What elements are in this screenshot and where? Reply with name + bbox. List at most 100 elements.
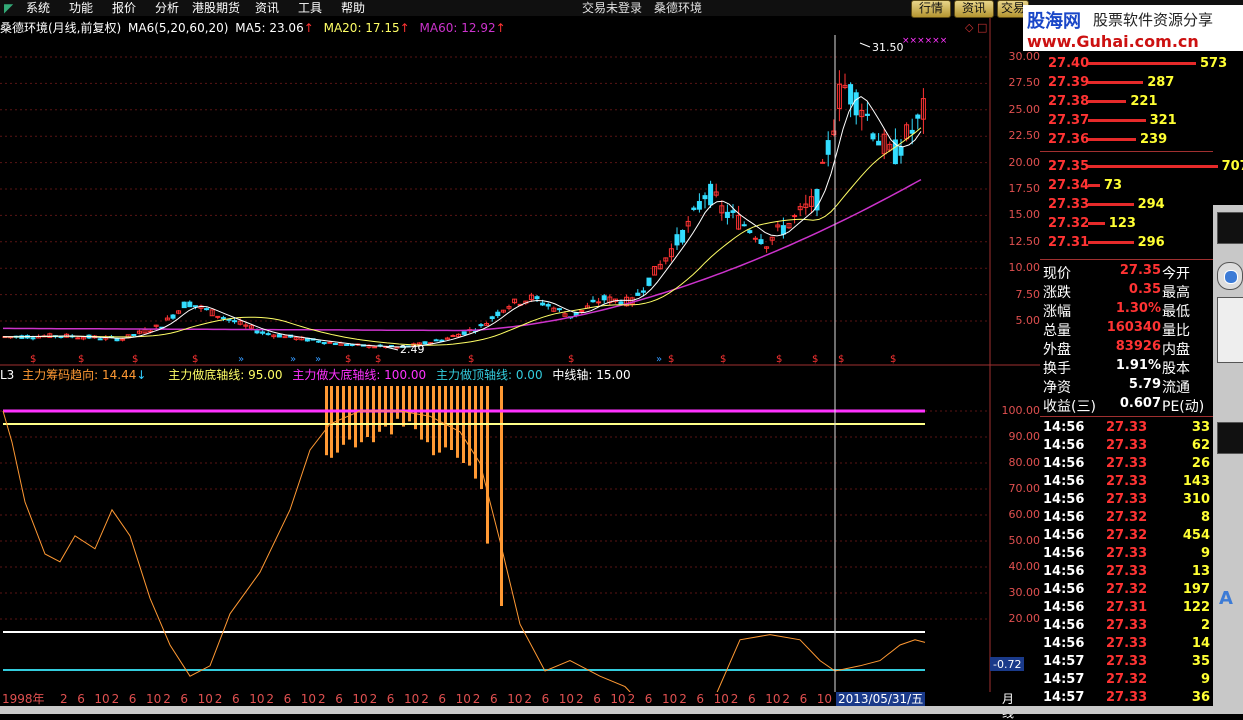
signal-marker: $ <box>30 354 36 365</box>
quote-row: 外盘 83926 内盘 <box>1040 338 1213 358</box>
tick-row: 14:56 27.33 62 <box>1040 437 1213 455</box>
x-tick-label: 2 <box>369 692 378 706</box>
media-panel-icon[interactable] <box>1217 297 1243 363</box>
indicator-bar <box>414 386 417 430</box>
price-tick-label: 17.50 <box>1008 182 1041 195</box>
quote-value: 5.79 <box>1128 377 1161 392</box>
candle-body <box>170 314 176 319</box>
indicator-bar <box>384 386 387 427</box>
tick-row: 14:56 27.33 33 <box>1040 419 1213 437</box>
x-tick-label: 6 <box>644 692 653 706</box>
quote-key-2: 今开 <box>1162 266 1190 282</box>
x-tick-label: 6 <box>128 692 137 706</box>
quote-row: 总量 160340 量比 <box>1040 319 1213 339</box>
eye-icon[interactable] <box>1217 262 1243 290</box>
tick-volume: 8 <box>1200 510 1210 525</box>
price-tick-label: 25.00 <box>1008 102 1041 116</box>
signal-marker: » <box>238 354 244 365</box>
logo-slogan: 股票软件资源分享 <box>1093 11 1214 29</box>
indicator-bar <box>342 386 345 445</box>
candle-body <box>601 295 607 301</box>
candle-body <box>853 92 859 116</box>
x-tick-label: 2 <box>163 692 171 706</box>
tick-time: 14:56 <box>1043 492 1085 507</box>
tick-time: 14:57 <box>1043 654 1085 669</box>
ask-row[interactable]: 27.39 287 <box>1040 73 1213 92</box>
profile-thumb-icon[interactable] <box>1217 422 1243 454</box>
bid-volume-bar <box>1088 222 1105 225</box>
x-tick-label: 2 <box>266 692 275 706</box>
ask-row[interactable]: 27.40 573 <box>1040 54 1227 73</box>
candle-body <box>635 292 641 296</box>
ask-price: 27.38 <box>1048 94 1090 109</box>
tick-price: 27.33 <box>1106 420 1148 435</box>
tick-time: 14:56 <box>1043 564 1085 579</box>
candle-body <box>691 207 697 210</box>
tick-volume: 454 <box>1182 528 1210 543</box>
ask-volume: 221 <box>1130 94 1158 109</box>
bid-row[interactable]: 27.34 73 <box>1040 176 1213 195</box>
indicator-bar <box>336 386 339 453</box>
signal-marker: $ <box>192 354 198 365</box>
font-size-icon[interactable]: A <box>1219 588 1233 609</box>
tick-row: 14:56 27.32 454 <box>1040 527 1213 545</box>
price-tick-label: 27.50 <box>1008 76 1041 90</box>
x-tick-label: 10 <box>404 692 420 706</box>
bid-row[interactable]: 27.32 123 <box>1040 214 1213 233</box>
tick-row: 14:56 27.33 2 <box>1040 617 1213 635</box>
quote-key-2: 内盘 <box>1162 342 1190 358</box>
candle-body <box>747 230 753 234</box>
indicator-bar <box>444 386 447 448</box>
candle-body <box>640 290 646 293</box>
tick-time: 14:56 <box>1043 582 1085 597</box>
x-tick-label: 10 <box>507 692 523 706</box>
candle-body <box>372 346 378 349</box>
bid-row[interactable]: 27.31 296 <box>1040 233 1213 252</box>
tick-price: 27.33 <box>1106 636 1148 651</box>
quote-key: 现价 <box>1043 266 1071 282</box>
candle-body <box>489 316 495 320</box>
indicator-bar <box>354 386 357 448</box>
indicator-bar <box>408 386 411 422</box>
indicator-tick-label: 20.00 <box>1008 612 1041 625</box>
candle-body <box>579 310 585 313</box>
x-tick-label: 2 <box>679 692 687 706</box>
quote-value: 83926 <box>1115 339 1161 354</box>
chart-canvas[interactable]: $ $ $ $ » » » $ $ $ $ » $ $ $ $ $ $ 31.50 ×××××× 2.49 -0.… <box>0 0 1040 706</box>
candle-body <box>97 338 103 341</box>
candle-body <box>590 299 596 303</box>
avatar-thumb-icon[interactable] <box>1217 212 1243 244</box>
x-tick-label: 2 <box>318 692 326 706</box>
tick-time: 14:56 <box>1043 438 1085 453</box>
candle-body <box>702 195 708 200</box>
signal-marker: $ <box>838 354 844 365</box>
ask-volume: 573 <box>1200 56 1228 71</box>
tick-time: 14:57 <box>1043 690 1085 705</box>
tick-time: 14:56 <box>1043 510 1085 525</box>
ask-row[interactable]: 27.38 221 <box>1040 92 1213 111</box>
candle-body <box>825 140 831 155</box>
bid-price: 27.33 <box>1048 197 1090 212</box>
x-tick-label: 10 <box>146 692 162 706</box>
candle-body <box>674 234 680 246</box>
tick-price: 27.33 <box>1106 690 1148 705</box>
candle-body <box>433 339 439 342</box>
bid-row[interactable]: 27.33 294 <box>1040 195 1213 214</box>
tick-row: 14:56 27.31 122 <box>1040 599 1213 617</box>
candle-body <box>220 317 226 320</box>
quote-value: 160340 <box>1106 320 1161 335</box>
tick-row: 14:56 27.33 26 <box>1040 455 1213 473</box>
candle-body <box>450 335 456 338</box>
tick-price: 27.33 <box>1106 654 1148 669</box>
ask-row[interactable]: 27.37 321 <box>1040 111 1213 130</box>
indicator-bar <box>468 386 471 466</box>
ask-row[interactable]: 27.36 239 <box>1040 130 1213 149</box>
tick-volume: 26 <box>1191 456 1210 471</box>
tick-time: 14:56 <box>1043 618 1085 633</box>
bid-row[interactable]: 27.35 707 <box>1040 157 1243 176</box>
candle-body <box>741 224 747 227</box>
indicator-bar <box>402 386 405 427</box>
candle-body <box>876 140 882 146</box>
x-tick-label: 10 <box>300 692 317 706</box>
bid-volume-bar <box>1088 203 1134 206</box>
